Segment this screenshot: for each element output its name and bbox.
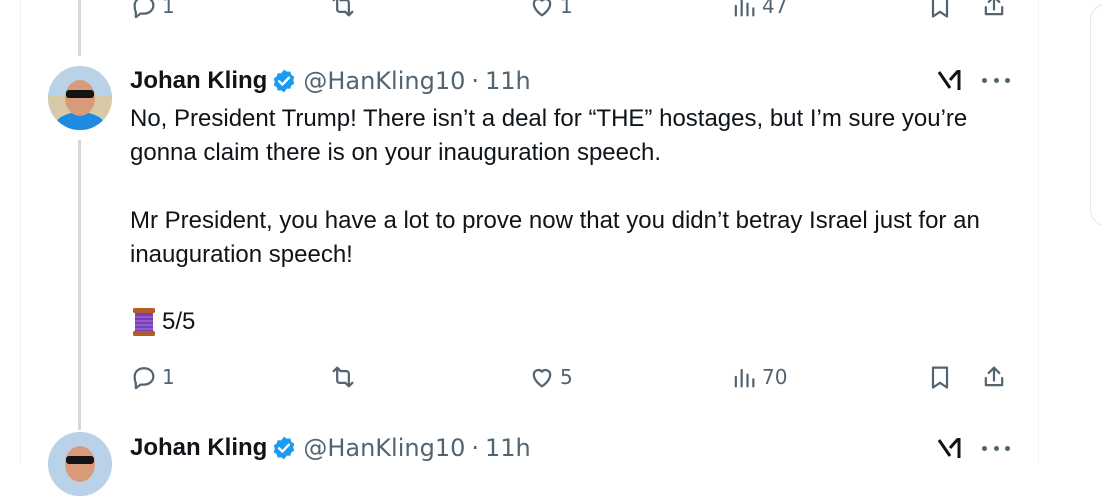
author-handle[interactable]: @HanKling10 [303,434,465,462]
bookmark-button[interactable] [926,0,954,20]
share-icon [984,0,1004,16]
sidebar-card [1090,4,1102,226]
views-icon [734,0,755,17]
tweet-header: Johan Kling @HanKling10 · 11h [130,66,531,96]
tweet-text-paragraph: Mr President, you have a lot to prove no… [130,207,980,268]
reply-count: 1 [162,0,175,18]
avatar[interactable] [48,66,112,130]
thread-line [78,140,81,430]
views-count: 70 [762,365,788,389]
tweet-header: Johan Kling @HanKling10 · 11h [130,433,531,463]
views-icon [734,368,755,388]
like-button[interactable]: 1 [528,0,573,20]
reply-button[interactable]: 1 [130,0,175,20]
verified-badge-icon [274,436,295,460]
timestamp[interactable]: 11h [485,67,531,95]
separator-dot: · [471,434,480,462]
views-button[interactable]: 47 [730,0,787,20]
bookmark-icon [931,0,949,18]
share-button[interactable] [980,363,1008,391]
reply-icon [133,0,155,19]
bookmark-icon [931,366,949,389]
like-count: 5 [560,365,573,389]
bookmark-button[interactable] [926,363,954,391]
share-button[interactable] [980,0,1008,20]
like-icon [532,369,552,388]
verified-badge-icon [274,69,295,93]
repost-button[interactable] [329,0,361,20]
views-count: 47 [762,0,788,18]
thread-count: 5/5 [162,308,196,335]
reply-button[interactable]: 1 [130,363,175,391]
avatar[interactable] [48,432,112,496]
grok-icon[interactable] [935,66,965,94]
more-icon[interactable] [982,66,1010,94]
prev-tweet-actions: 1 1 47 [130,0,1010,22]
repost-button[interactable] [329,363,361,391]
reply-count: 1 [162,365,175,389]
like-button[interactable]: 5 [528,363,573,391]
repost-icon [332,0,354,17]
timestamp[interactable]: 11h [485,434,531,462]
author-name[interactable]: Johan Kling [130,434,267,462]
thread-line [78,0,81,56]
avatar-image [48,432,112,496]
like-count: 1 [560,0,573,18]
tweet-text-paragraph: No, President Trump! There isn’t a deal … [130,105,968,166]
share-icon [984,366,1004,387]
grok-icon[interactable] [935,434,965,462]
like-icon [532,0,552,17]
repost-icon [332,366,354,388]
reply-icon [133,367,155,390]
author-handle[interactable]: @HanKling10 [303,67,465,95]
author-name[interactable]: Johan Kling [130,67,267,95]
tweet-actions: 1 5 70 [130,363,1010,393]
avatar-image [48,66,112,130]
thread-spool-icon [133,308,155,336]
views-button[interactable]: 70 [730,363,787,391]
separator-dot: · [471,67,480,95]
thread-marker: 5/5 [130,307,195,337]
more-icon[interactable] [982,434,1010,462]
